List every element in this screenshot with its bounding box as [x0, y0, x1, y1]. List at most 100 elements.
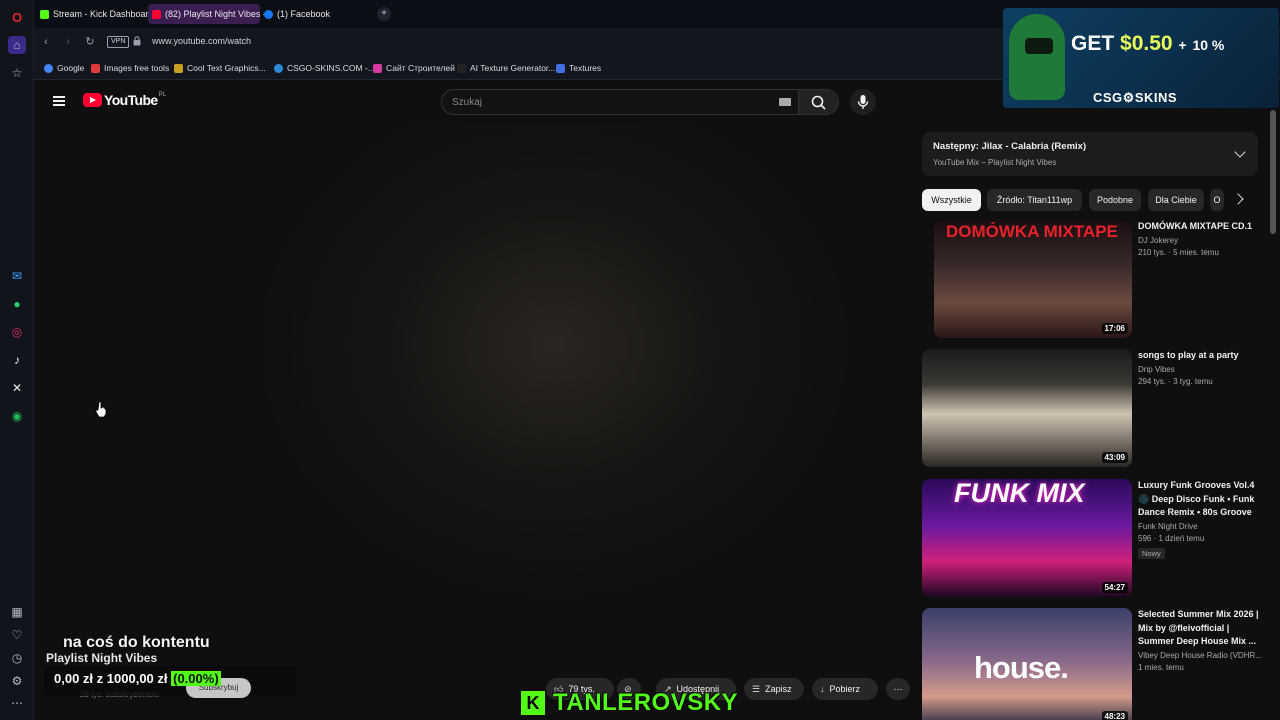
bookmark-ai-texture[interactable]: AI Texture Generator...	[457, 62, 555, 74]
ad-brand: CSG⚙SKINS	[1093, 90, 1178, 105]
history-icon[interactable]: ◷	[8, 649, 26, 667]
opera-logo-icon[interactable]: O	[8, 8, 26, 26]
download-icon: ↓	[820, 684, 825, 694]
x-twitter-icon[interactable]: ✕	[8, 379, 26, 397]
bookmark-google[interactable]: Google	[44, 62, 84, 74]
tab-youtube-playlist[interactable]: (82) Playlist Night Vibes -	[148, 4, 266, 24]
kick-favicon-icon	[40, 9, 49, 19]
video-title[interactable]: Selected Summer Mix 2026 | Mix by @fleiv…	[1138, 608, 1262, 649]
bookmark-builders-site[interactable]: Сайт Строителей	[373, 62, 455, 74]
tab-kick-dashboard[interactable]: Stream - Kick Dashboard	[36, 4, 160, 24]
menu-icon[interactable]	[53, 96, 65, 106]
bookmark-csgo-skins[interactable]: CSGO-SKINS.COM -...	[274, 62, 375, 74]
kick-watermark: K TANLEROVSKY	[521, 689, 738, 716]
bookmark-favicon-icon	[274, 63, 283, 73]
bookmark-textures[interactable]: Textures	[556, 62, 601, 74]
video-duration: 48:23	[1101, 711, 1128, 720]
video-views: 210 tys.	[1138, 247, 1167, 257]
video-thumbnail[interactable]: 43:09	[922, 349, 1132, 467]
spotify-icon[interactable]: ◉	[8, 407, 26, 425]
download-button[interactable]: ↓ Pobierz	[812, 678, 878, 700]
video-meta: Luxury Funk Grooves Vol.4 🌑 Deep Disco F…	[1138, 479, 1262, 561]
screen: O ⌂ ☆ ✉ ● ◎ ♪ ✕ ◉ ▦ ♡ ◷ ⚙ ⋯ Stream - Kic…	[0, 0, 1280, 720]
chip-more[interactable]: O	[1210, 189, 1224, 211]
ad-offer-plus: +	[1178, 37, 1187, 53]
home-icon[interactable]: ⌂	[8, 36, 26, 54]
save-button[interactable]: ☰ Zapisz	[744, 678, 804, 700]
opera-sidebar: O ⌂ ☆ ✉ ● ◎ ♪ ✕ ◉ ▦ ♡ ◷ ⚙ ⋯	[0, 0, 34, 720]
chevron-down-icon[interactable]	[1234, 146, 1246, 158]
new-badge: Nowy	[1138, 547, 1165, 559]
tab-facebook[interactable]: (1) Facebook	[260, 4, 336, 24]
tab-label: (1) Facebook	[277, 9, 331, 19]
hand-cursor-icon	[95, 401, 107, 417]
vpn-badge[interactable]: VPN	[107, 36, 130, 48]
video-age: 3 tyg. temu	[1173, 376, 1213, 386]
list-item[interactable]: house. 48:23 Selected Summer Mix 2026 | …	[922, 608, 1262, 720]
reload-icon[interactable]: ↻	[83, 35, 97, 49]
url-field[interactable]: www.youtube.com/watch	[152, 36, 251, 46]
ad-offer: GET $0.50 + 10 %	[1071, 32, 1224, 56]
back-icon[interactable]: ‹	[39, 35, 53, 49]
keyboard-icon[interactable]	[779, 98, 791, 106]
video-stats: 294 tys. · 3 tyg. temu	[1138, 376, 1213, 386]
heart-icon[interactable]: ♡	[8, 626, 26, 644]
chip-all[interactable]: Wszystkie	[922, 189, 981, 211]
instagram-icon[interactable]: ◎	[8, 323, 26, 341]
extensions-icon[interactable]: ▦	[8, 603, 26, 621]
video-channel[interactable]: Vibey Deep House Radio (VDHR...	[1138, 651, 1262, 660]
messenger-icon[interactable]: ✉	[8, 267, 26, 285]
search-input[interactable]	[452, 95, 752, 109]
youtube-play-icon	[83, 93, 102, 107]
bookmark-label: Google	[57, 63, 85, 73]
video-title[interactable]: songs to play at a party	[1138, 349, 1262, 363]
video-stats: 596 · 1 dzień temu	[1138, 533, 1205, 543]
csgo-skins-ad[interactable]: GET $0.50 + 10 % CSG⚙SKINS	[1003, 8, 1279, 108]
bookmark-favicon-icon	[91, 63, 100, 73]
video-title[interactable]: Luxury Funk Grooves Vol.4 🌑 Deep Disco F…	[1138, 479, 1262, 520]
tiktok-icon[interactable]: ♪	[8, 351, 26, 369]
up-next-subtitle: YouTube Mix – Playlist Night Vibes	[933, 158, 1057, 167]
bookmark-favicon-icon	[556, 63, 565, 73]
more-actions-icon: ⋯	[893, 683, 903, 694]
video-thumbnail[interactable]: DOMÓWKA MIXTAPE 17:06	[934, 220, 1132, 338]
video-meta: DOMÓWKA MIXTAPE CD.1 DJ Jokerey 210 tys.…	[1138, 220, 1262, 257]
whatsapp-icon[interactable]: ●	[8, 295, 26, 313]
bookmark-label: AI Texture Generator...	[470, 63, 556, 73]
video-thumbnail[interactable]: FUNK MIX 54:27	[922, 479, 1132, 597]
voice-search-button[interactable]	[850, 89, 876, 115]
list-item[interactable]: FUNK MIX 54:27 Luxury Funk Grooves Vol.4…	[922, 479, 1262, 603]
bookmark-label: CSGO-SKINS.COM -...	[287, 63, 375, 73]
list-item[interactable]: 43:09 songs to play at a party Drip Vibe…	[922, 349, 1262, 473]
video-player[interactable]	[34, 124, 910, 676]
video-meta: Selected Summer Mix 2026 | Mix by @fleiv…	[1138, 608, 1262, 672]
star-icon[interactable]: ☆	[8, 64, 26, 82]
video-channel[interactable]: Drip Vibes	[1138, 365, 1262, 374]
video-thumbnail[interactable]: house. 48:23	[922, 608, 1132, 720]
chip-for-you[interactable]: Dla Ciebie	[1148, 189, 1204, 211]
forward-icon[interactable]: ›	[61, 35, 75, 49]
video-channel[interactable]: DJ Jokerey	[1138, 236, 1262, 245]
list-item[interactable]: DOMÓWKA MIXTAPE 17:06 DOMÓWKA MIXTAPE CD…	[922, 220, 1262, 344]
youtube-logo[interactable]: YouTube PL	[83, 92, 166, 108]
sidebar-scrollbar[interactable]	[1270, 110, 1276, 234]
bookmark-images-free-tools[interactable]: Images free tools	[91, 62, 169, 74]
bookmark-favicon-icon	[174, 63, 183, 73]
bookmark-favicon-icon	[373, 63, 382, 73]
video-title[interactable]: DOMÓWKA MIXTAPE CD.1	[1138, 220, 1262, 234]
channel-name: Playlist Night Vibes	[46, 651, 158, 665]
video-channel[interactable]: Funk Night Drive	[1138, 522, 1262, 531]
bookmark-cool-text[interactable]: Cool Text Graphics...	[174, 62, 266, 74]
search-button[interactable]	[799, 89, 839, 115]
chip-similar[interactable]: Podobne	[1089, 189, 1141, 211]
video-duration: 43:09	[1101, 452, 1128, 463]
more-actions-button[interactable]: ⋯	[886, 678, 910, 700]
new-tab-button[interactable]: +	[377, 7, 391, 21]
chevron-right-icon[interactable]	[1232, 193, 1244, 205]
ad-mascot-face	[1025, 38, 1053, 54]
up-next-card[interactable]: Następny: Jilax - Calabria (Remix) YouTu…	[922, 132, 1258, 176]
ad-mascot	[1009, 14, 1065, 100]
download-label: Pobierz	[829, 684, 861, 694]
chip-source[interactable]: Źródło: Titan111wp	[987, 189, 1082, 211]
save-label: Zapisz	[765, 684, 792, 694]
